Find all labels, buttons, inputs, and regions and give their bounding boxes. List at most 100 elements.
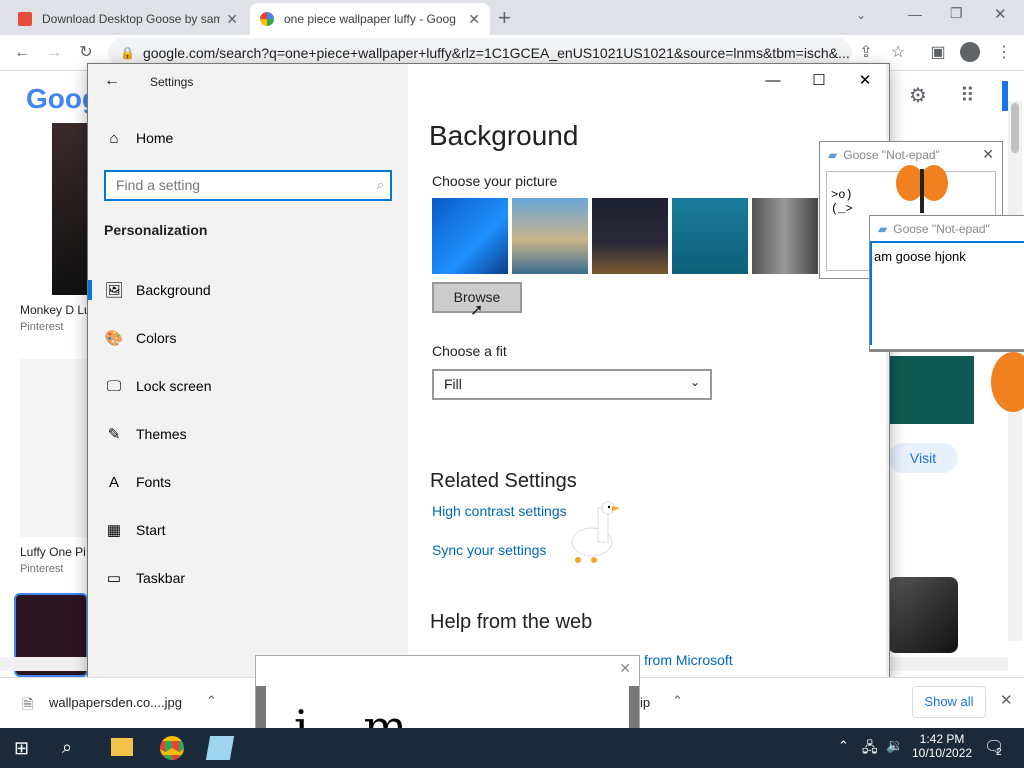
choose-fit-label: Choose a fit bbox=[432, 343, 507, 359]
maximize-icon[interactable]: ☐ bbox=[796, 64, 842, 98]
tab-search-icon[interactable]: ⌄ bbox=[856, 8, 866, 22]
page-title: Background bbox=[429, 120, 579, 151]
visit-button[interactable]: Visit bbox=[888, 443, 958, 473]
section-title: Personalization bbox=[104, 222, 208, 238]
windows-taskbar: ⊞ ⌕ ⌃ 🖧 🔉 1:42 PM 10/10/2022 🗨 2 bbox=[0, 728, 1024, 768]
nav-item-fonts[interactable]: A Fonts bbox=[88, 458, 408, 506]
scrollbar-thumb[interactable] bbox=[1011, 103, 1019, 153]
high-contrast-link[interactable]: High contrast settings bbox=[432, 503, 567, 519]
settings-nav-pane: ← Settings ⌂ Home Find a setting ⌕ Perso… bbox=[88, 64, 408, 698]
download-filename[interactable]: ip bbox=[640, 695, 650, 710]
nav-item-background[interactable]: 🖼 Background bbox=[88, 266, 408, 314]
back-arrow-icon[interactable]: ← bbox=[104, 72, 120, 90]
result-thumbnail[interactable] bbox=[888, 577, 958, 653]
wallpaper-thumb-windows[interactable] bbox=[432, 198, 508, 274]
butterfly-icon bbox=[892, 163, 952, 217]
search-icon[interactable]: ⌕ bbox=[62, 737, 72, 758]
pinterest-favicon-icon bbox=[18, 12, 32, 26]
show-all-button[interactable]: Show all bbox=[912, 686, 986, 718]
fit-value: Fill bbox=[444, 376, 462, 392]
close-icon[interactable]: ✕ bbox=[842, 64, 888, 98]
find-setting-input[interactable]: Find a setting ⌕ bbox=[104, 170, 392, 201]
result-title[interactable]: Monkey D Lu bbox=[20, 303, 91, 317]
goose-notepad-taskbar-icon[interactable] bbox=[205, 736, 235, 760]
sync-settings-link[interactable]: Sync your settings bbox=[432, 542, 546, 558]
profile-avatar-icon[interactable] bbox=[960, 42, 980, 62]
close-icon[interactable]: ✕ bbox=[468, 11, 480, 28]
close-icon[interactable]: ✕ bbox=[226, 11, 238, 28]
close-icon[interactable]: ✕ bbox=[619, 660, 631, 677]
close-icon[interactable]: ✕ bbox=[982, 146, 994, 163]
result-thumbnail[interactable] bbox=[888, 356, 974, 424]
file-explorer-icon[interactable] bbox=[111, 738, 133, 756]
chevron-up-icon[interactable]: ⌃ bbox=[672, 693, 683, 709]
menu-kebab-icon[interactable]: ⋮ bbox=[994, 43, 1014, 63]
tab-google-search[interactable]: one piece wallpaper luffy - Goog ✕ bbox=[250, 3, 490, 35]
close-window-icon[interactable]: ✕ bbox=[994, 5, 1007, 23]
minimize-icon[interactable]: — bbox=[750, 64, 796, 98]
goose-icon[interactable] bbox=[568, 500, 624, 564]
nav-item-taskbar[interactable]: ▭ Taskbar bbox=[88, 554, 408, 602]
notepad-title: Goose "Not-epad" bbox=[893, 221, 990, 236]
palette-icon: 🎨 bbox=[104, 330, 124, 347]
nav-home[interactable]: ⌂ Home bbox=[88, 114, 408, 162]
nav-label: Colors bbox=[136, 330, 177, 346]
monitor-icon: 🖵 bbox=[106, 377, 122, 395]
bookmark-star-icon[interactable]: ☆ bbox=[888, 43, 908, 63]
wallpaper-thumb-night[interactable] bbox=[592, 198, 668, 274]
picture-icon: 🖼 bbox=[104, 282, 124, 299]
time-text: 1:42 PM bbox=[919, 732, 965, 746]
download-filename[interactable]: wallpapersden.co....jpg bbox=[49, 695, 182, 710]
butterfly-wing-icon bbox=[975, 352, 1024, 422]
close-icon[interactable]: ✕ bbox=[1000, 691, 1013, 709]
network-icon[interactable]: 🖧 bbox=[862, 737, 878, 761]
wallpaper-thumb-rock[interactable] bbox=[752, 198, 818, 274]
tab-strip: Download Desktop Goose by sam ✕ one piec… bbox=[0, 0, 1024, 35]
side-panel-icon[interactable]: ▣ bbox=[928, 43, 948, 63]
nav-label: Themes bbox=[136, 426, 187, 442]
fit-dropdown[interactable]: Fill ⌄ bbox=[432, 369, 712, 400]
notepad-text[interactable]: am goose hjonk bbox=[870, 241, 1024, 345]
back-icon[interactable]: ← bbox=[12, 43, 32, 63]
date-text: 10/10/2022 bbox=[912, 746, 973, 760]
windows-start-icon[interactable]: ⊞ bbox=[14, 738, 29, 759]
taskbar-icon: ▭ bbox=[106, 570, 122, 587]
wallpaper-thumb-beach[interactable] bbox=[512, 198, 588, 274]
notepad-title: Goose "Not-epad" bbox=[843, 147, 940, 162]
mouse-cursor-icon: ➚ bbox=[470, 302, 484, 319]
new-tab-button[interactable]: + bbox=[498, 5, 511, 31]
share-icon[interactable]: ⇪ bbox=[856, 43, 876, 63]
chrome-icon[interactable] bbox=[160, 736, 184, 760]
notepad-titlebar: ▰ Goose "Not-epad" bbox=[870, 216, 1024, 241]
forward-icon[interactable]: → bbox=[44, 43, 64, 63]
nav-item-themes[interactable]: ✎ Themes bbox=[88, 410, 408, 458]
notepad-icon: ▰ bbox=[828, 147, 838, 162]
help-link[interactable]: from Microsoft bbox=[644, 652, 733, 668]
result-thumbnail[interactable] bbox=[20, 359, 88, 537]
url-text: google.com/search?q=one+piece+wallpaper+… bbox=[142, 44, 850, 61]
nav-item-start[interactable]: ▦ Start bbox=[88, 506, 408, 554]
nav-item-lock-screen[interactable]: 🖵 Lock screen bbox=[88, 362, 408, 410]
minimize-icon[interactable]: — bbox=[908, 6, 922, 22]
result-source: Pinterest bbox=[20, 563, 64, 575]
nav-label: Home bbox=[136, 130, 174, 146]
tab-desktop-goose[interactable]: Download Desktop Goose by sam ✕ bbox=[8, 3, 248, 35]
apps-grid-icon[interactable]: ⠿ bbox=[960, 83, 975, 108]
search-placeholder: Find a setting bbox=[116, 177, 201, 193]
reload-icon[interactable]: ↻ bbox=[76, 43, 96, 63]
settings-window: ← Settings ⌂ Home Find a setting ⌕ Perso… bbox=[88, 64, 889, 698]
chevron-up-icon[interactable]: ⌃ bbox=[838, 738, 849, 754]
result-source: Pinterest bbox=[20, 321, 64, 333]
wallpaper-thumb-underwater[interactable] bbox=[672, 198, 748, 274]
clock[interactable]: 1:42 PM 10/10/2022 bbox=[912, 732, 972, 760]
goose-notepad-window: ▰ Goose "Not-epad" am goose hjonk bbox=[869, 215, 1024, 352]
settings-gear-icon[interactable]: ⚙ bbox=[909, 83, 927, 108]
restore-icon[interactable]: ❐ bbox=[950, 5, 963, 22]
result-title[interactable]: Luffy One Pi bbox=[20, 545, 86, 559]
volume-icon[interactable]: 🔉 bbox=[886, 737, 903, 754]
chevron-up-icon[interactable]: ⌃ bbox=[206, 693, 217, 709]
google-favicon-icon bbox=[260, 12, 274, 26]
address-bar[interactable]: 🔒 google.com/search?q=one+piece+wallpape… bbox=[108, 38, 852, 67]
nav-item-colors[interactable]: 🎨 Colors bbox=[88, 314, 408, 362]
nav-label: Background bbox=[136, 282, 211, 298]
